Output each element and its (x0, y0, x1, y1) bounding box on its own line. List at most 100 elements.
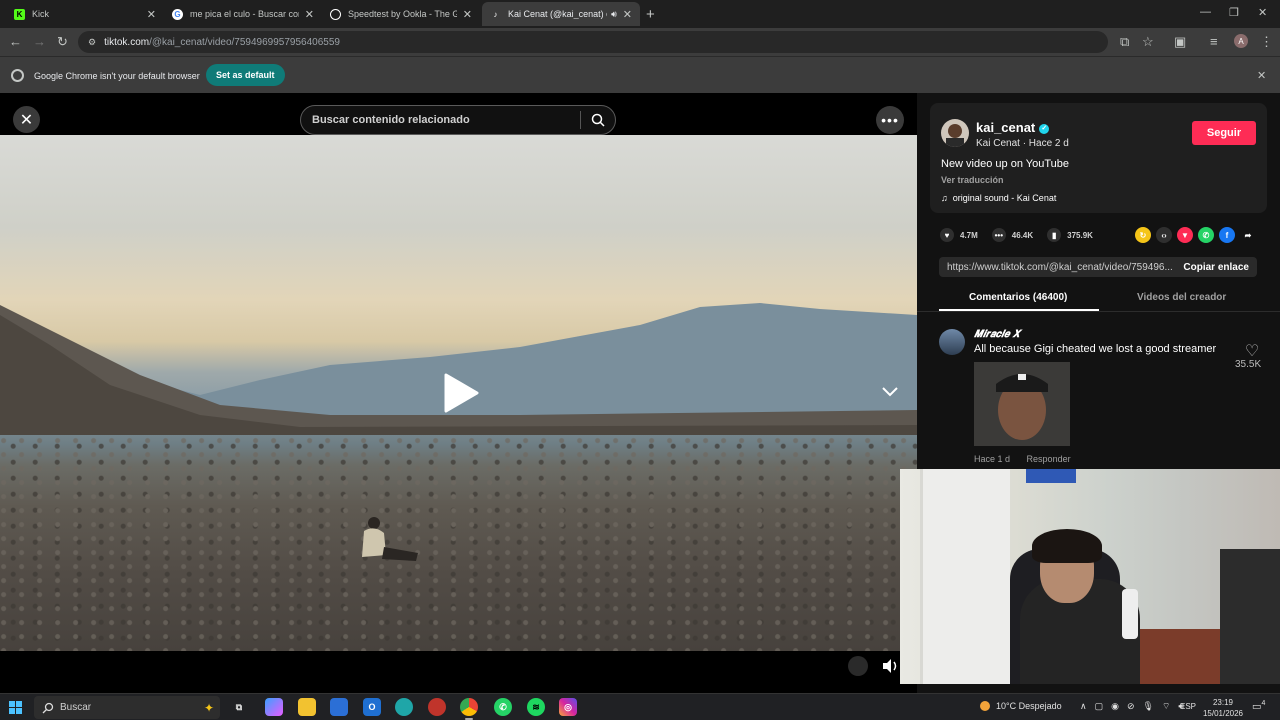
tab-kick[interactable]: K Kick ✕ (6, 2, 164, 26)
restore-icon[interactable]: ❐ (1229, 6, 1239, 19)
bookmark-icon: ▮ (1047, 228, 1062, 242)
tab-speedtest[interactable]: Speedtest by Ookla - The Glob ✕ (322, 2, 480, 26)
comment-image[interactable] (974, 362, 1070, 446)
comment-button[interactable]: ••• 46.4K (991, 228, 1033, 242)
search-icon[interactable] (581, 113, 615, 127)
tab-title: me pica el culo - Buscar con Go (190, 9, 299, 19)
windows-taskbar: Buscar ✦ ⧉ O ✆ ≋ ◎ 10°C Despejado ∧ ▢ ◉ … (0, 693, 1280, 720)
reload-icon[interactable]: ↻ (57, 34, 68, 50)
chrome-taskbar-icon[interactable] (460, 698, 478, 720)
network-icon[interactable]: ⊘ (1127, 701, 1135, 712)
profile-avatar[interactable]: A (1234, 34, 1248, 48)
comment-meta: Hace 1 d Responder (974, 454, 1085, 464)
close-tab-icon[interactable]: ✕ (305, 8, 314, 21)
follow-button[interactable]: Seguir (1192, 121, 1256, 145)
close-tab-icon[interactable]: ✕ (623, 8, 632, 21)
weather-widget[interactable]: 10°C Despejado (980, 701, 1062, 711)
facebook-icon[interactable]: f (1219, 227, 1235, 243)
commenter-username[interactable]: 𝑴𝒊𝒓𝒂𝒄𝒍𝒆 𝑿 (974, 329, 1020, 340)
infobar-message: Google Chrome isn't your default browser (34, 71, 200, 81)
outlook-icon[interactable]: O (363, 698, 381, 716)
app-icon[interactable] (428, 698, 446, 716)
tab-comments[interactable]: Comentarios (46400) (969, 292, 1067, 303)
close-infobar-icon[interactable]: ✕ (1257, 69, 1266, 82)
file-explorer-icon[interactable] (298, 698, 316, 716)
tab-title: Speedtest by Ookla - The Glob (348, 9, 457, 19)
commenter-avatar[interactable] (939, 329, 965, 355)
instagram-icon[interactable]: ◎ (559, 698, 577, 716)
notification-icon[interactable]: ▭4 (1252, 700, 1265, 712)
wifi-icon[interactable]: ⌔ (1162, 701, 1170, 712)
spotify-icon[interactable]: ≋ (527, 698, 545, 716)
store-icon[interactable] (330, 698, 348, 716)
sound-link[interactable]: ♫ original sound - Kai Cenat (941, 193, 1056, 203)
media-control-icon[interactable]: ≡ (1210, 34, 1218, 49)
volume-icon[interactable] (880, 656, 900, 676)
speaker-icon[interactable]: 🔊︎ (611, 9, 617, 20)
close-window-icon[interactable]: ✕ (1258, 6, 1267, 19)
language-indicator[interactable]: ESP (1180, 702, 1196, 711)
share-url[interactable]: https://www.tiktok.com/@kai_cenat/video/… (939, 262, 1175, 273)
more-options-button[interactable]: ••• (876, 106, 904, 134)
default-browser-infobar: Google Chrome isn't your default browser… (0, 56, 1280, 93)
reply-button[interactable]: Responder (1027, 454, 1071, 464)
next-video-chevron-icon[interactable] (881, 386, 899, 398)
like-button[interactable]: ♥ 4.7M (940, 228, 978, 242)
person-sitting (362, 517, 418, 561)
whatsapp-taskbar-icon[interactable]: ✆ (494, 698, 512, 716)
copilot-icon[interactable] (265, 698, 283, 716)
webcam-overlay (900, 469, 1280, 684)
embed-icon[interactable]: ‹› (1156, 227, 1172, 243)
comment-like-heart-icon[interactable]: ♡ (1237, 341, 1267, 361)
microphone-icon[interactable]: 🎙︎ (1143, 701, 1154, 712)
tray-app-icon[interactable]: ▢ (1095, 701, 1104, 712)
comment-icon: ••• (991, 228, 1006, 242)
tab-title: Kai Cenat (@kai_cenat) ofic (508, 9, 607, 19)
task-view-icon[interactable]: ⧉ (230, 698, 248, 716)
tab-google[interactable]: G me pica el culo - Buscar con Go ✕ (164, 2, 322, 26)
taskbar-search-text: Buscar (60, 702, 92, 713)
panel-tabs: Comentarios (46400) Videos del creador (917, 286, 1280, 312)
close-video-button[interactable]: ✕ (13, 106, 40, 133)
save-button[interactable]: ▮ 375.9K (1047, 228, 1093, 242)
address-bar[interactable]: ⚙ tiktok.com /@kai_cenat/video/759496995… (78, 31, 1108, 53)
site-info-icon[interactable]: ⚙ (88, 37, 96, 48)
verified-badge-icon: ✓ (1039, 123, 1050, 134)
repost-icon[interactable]: ↻ (1135, 227, 1151, 243)
install-app-icon[interactable]: ⧉ (1120, 34, 1129, 50)
share-arrow-icon[interactable]: ➦ (1240, 227, 1256, 243)
creator-avatar[interactable] (941, 119, 969, 147)
copy-link-button[interactable]: Copiar enlace (1175, 262, 1257, 273)
creator-username[interactable]: kai_cenat ✓ (976, 120, 1050, 135)
taskbar-search[interactable]: Buscar ✦ (34, 696, 220, 719)
new-tab-button[interactable]: + (646, 6, 655, 23)
picture-in-picture-icon[interactable] (848, 656, 868, 676)
close-tab-icon[interactable]: ✕ (463, 8, 472, 21)
close-tab-icon[interactable]: ✕ (147, 8, 156, 21)
tray-camera-icon[interactable]: ◉ (1111, 701, 1119, 712)
whatsapp-icon[interactable]: ✆ (1198, 227, 1214, 243)
taskbar-clock[interactable]: 23:19 15/01/2026 (1200, 697, 1246, 719)
tab-tiktok[interactable]: ♪ Kai Cenat (@kai_cenat) ofic 🔊︎ ✕ (482, 2, 640, 26)
clock-date: 15/01/2026 (1202, 709, 1244, 718)
back-icon[interactable]: ← (9, 34, 22, 49)
google-icon: G (172, 8, 183, 20)
send-icon[interactable]: ▼ (1177, 227, 1193, 243)
minimize-icon[interactable]: — (1200, 6, 1211, 18)
forward-icon[interactable]: → (33, 34, 46, 49)
url-path: /@kai_cenat/video/7594969957956406559 (149, 36, 340, 48)
see-translation-link[interactable]: Ver traducción (941, 175, 1004, 185)
tray-chevron-icon[interactable]: ∧ (1080, 701, 1087, 712)
bookmark-star-icon[interactable]: ☆ (1142, 34, 1154, 50)
set-default-button[interactable]: Set as default (206, 64, 285, 86)
play-icon[interactable] (442, 372, 480, 414)
tab-creator-videos[interactable]: Videos del creador (1137, 292, 1226, 303)
creator-card: kai_cenat ✓ Kai Cenat · Hace 2 d Seguir N… (930, 103, 1267, 213)
search-input[interactable]: Buscar contenido relacionado (301, 114, 580, 126)
edge-icon[interactable] (395, 698, 413, 716)
extensions-icon[interactable]: ▣ (1174, 34, 1186, 50)
menu-dots-icon[interactable]: ⋮ (1260, 34, 1273, 50)
windows-start-icon[interactable] (9, 701, 22, 714)
related-search[interactable]: Buscar contenido relacionado (300, 105, 616, 135)
cam-person-hair (1032, 529, 1102, 563)
